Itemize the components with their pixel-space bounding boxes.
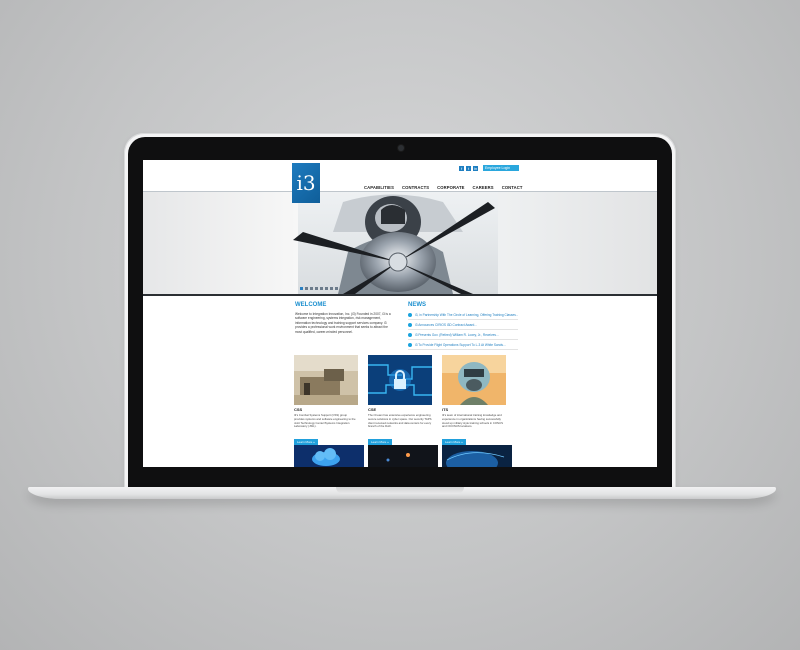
arrow-icon [408,312,412,317]
news-item[interactable]: i3 Announces CIRIOS i3D Contract Award..… [408,320,518,330]
news-list: i3, in Partnership With The Circle of Le… [408,310,518,350]
vehicle-image [294,355,358,405]
camera-icon [398,145,404,151]
slider-dot[interactable] [310,287,313,290]
slider-dot[interactable] [325,287,328,290]
hero-divider [143,294,657,296]
card-title: CSE [368,407,377,412]
slider-dot[interactable] [330,287,333,290]
welcome-text: Welcome to Integration Innovation, Inc. … [295,312,391,334]
header-utilities: f t in Employee Login [459,165,519,171]
slider-dot[interactable] [315,287,318,290]
dark-tech-image [368,445,438,467]
hero-banner [143,192,657,294]
arrow-icon [408,332,412,337]
card-description: The i3 team has extensive experience eng… [368,414,432,429]
welcome-heading: WELCOME [295,302,327,308]
pilot-aircraft-image [293,192,498,294]
news-link[interactable]: i3, in Partnership With The Circle of Le… [415,313,518,317]
nav-contact[interactable]: CONTACT [502,185,523,190]
news-link[interactable]: i3 Announces CIRIOS i3D Contract Award..… [415,323,477,327]
employee-login-button[interactable]: Employee Login [483,165,519,171]
pilot-helmet-image [442,355,506,405]
site-logo[interactable]: i3 [292,163,320,203]
nav-capabilities[interactable]: CAPABILITIES [364,185,394,190]
card-description: i3's Combat Systems Support (CSS) group … [294,414,356,429]
card-title: iTS [442,407,449,412]
slider-dot[interactable] [305,287,308,290]
nav-contracts[interactable]: CONTRACTS [402,185,429,190]
slider-pagination [300,287,338,290]
news-item[interactable]: i3, in Partnership With The Circle of Le… [408,310,518,320]
card-cse: CSE The i3 team has extensive experience… [368,355,432,448]
cyber-lock-image [368,355,432,405]
linkedin-icon[interactable]: in [473,165,478,171]
globe-network-image [442,445,512,467]
laptop-notch [336,487,464,494]
slider-dot[interactable] [320,287,323,290]
card-title: CSS [294,407,303,412]
cloud-image [294,445,364,467]
nav-careers[interactable]: CAREERS [473,185,494,190]
slider-dot[interactable] [300,287,303,290]
slider-dot[interactable] [335,287,338,290]
news-link[interactable]: i3 Presents Gov. (Retired) William R. Lo… [415,333,499,337]
news-heading: NEWS [408,302,426,308]
facebook-icon[interactable]: f [459,165,464,171]
site-header: f t in Employee Login CAPABILITIES CONTR… [143,160,657,191]
laptop-screen: f t in Employee Login CAPABILITIES CONTR… [143,160,657,467]
card-description: i3's team of international training know… [442,414,503,429]
card-its: iTS i3's team of international training … [442,355,506,448]
news-item[interactable]: i3 To Provide Flight Operations Support … [408,340,518,350]
card-css: CSS i3's Combat Systems Support (CSS) gr… [294,355,358,448]
news-link[interactable]: i3 To Provide Flight Operations Support … [415,343,506,347]
twitter-icon[interactable]: t [466,165,471,171]
main-nav: CAPABILITIES CONTRACTS CORPORATE CAREERS… [364,185,523,190]
arrow-icon [408,322,412,327]
nav-corporate[interactable]: CORPORATE [437,185,464,190]
news-item[interactable]: i3 Presents Gov. (Retired) William R. Lo… [408,330,518,340]
arrow-icon [408,342,412,347]
